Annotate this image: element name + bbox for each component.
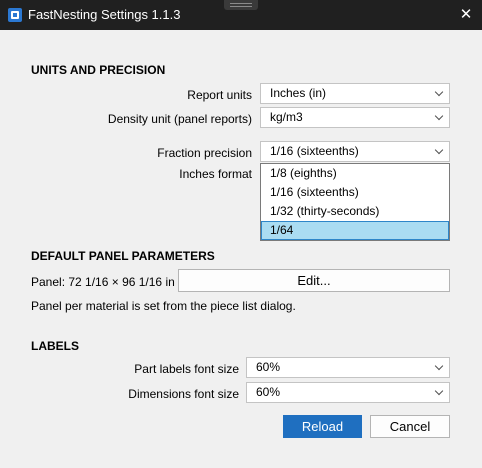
section-heading-panel: DEFAULT PANEL PARAMETERS [31, 249, 215, 263]
report-units-value: Inches (in) [270, 86, 327, 100]
close-icon[interactable]: ✕ [454, 4, 478, 26]
chevron-down-icon [434, 386, 444, 396]
dropdown-option-highlighted[interactable]: 1/64 [261, 221, 449, 240]
part-labels-font-size-value: 60% [256, 360, 281, 374]
dropdown-option[interactable]: 1/16 (sixteenths) [261, 183, 449, 202]
app-icon [8, 8, 22, 22]
report-units-label: Report units [187, 88, 252, 102]
chevron-down-icon [434, 111, 444, 121]
fraction-precision-label: Fraction precision [157, 146, 252, 160]
window-title: FastNesting Settings 1.1.3 [28, 7, 181, 22]
chevron-down-icon [434, 145, 444, 155]
edit-panel-button[interactable]: Edit... [178, 269, 450, 292]
panel-size-text: Panel: 72 1/16 × 96 1/16 in [31, 275, 175, 289]
dimensions-font-size-select[interactable]: 60% [246, 382, 450, 403]
report-units-select[interactable]: Inches (in) [260, 83, 450, 104]
fraction-precision-value: 1/16 (sixteenths) [270, 144, 359, 158]
dimensions-font-size-value: 60% [256, 385, 281, 399]
section-heading-units: UNITS AND PRECISION [31, 63, 166, 77]
cancel-button[interactable]: Cancel [370, 415, 450, 438]
title-bar: FastNesting Settings 1.1.3 ✕ [0, 0, 482, 30]
part-labels-font-size-label: Part labels font size [134, 362, 239, 376]
dropdown-option[interactable]: 1/32 (thirty-seconds) [261, 202, 449, 221]
section-heading-labels: LABELS [31, 339, 79, 353]
reload-button[interactable]: Reload [283, 415, 362, 438]
density-unit-value: kg/m3 [270, 110, 303, 124]
drag-handle-icon[interactable] [224, 0, 258, 10]
inches-format-label: Inches format [179, 167, 252, 181]
density-unit-select[interactable]: kg/m3 [260, 107, 450, 128]
panel-note: Panel per material is set from the piece… [31, 299, 296, 313]
part-labels-font-size-select[interactable]: 60% [246, 357, 450, 378]
chevron-down-icon [434, 361, 444, 371]
fraction-precision-select[interactable]: 1/16 (sixteenths) [260, 141, 450, 162]
chevron-down-icon [434, 87, 444, 97]
dropdown-option[interactable]: 1/8 (eighths) [261, 164, 449, 183]
dimensions-font-size-label: Dimensions font size [128, 387, 239, 401]
fraction-precision-dropdown: 1/8 (eighths) 1/16 (sixteenths) 1/32 (th… [260, 163, 450, 241]
density-unit-label: Density unit (panel reports) [107, 112, 252, 126]
